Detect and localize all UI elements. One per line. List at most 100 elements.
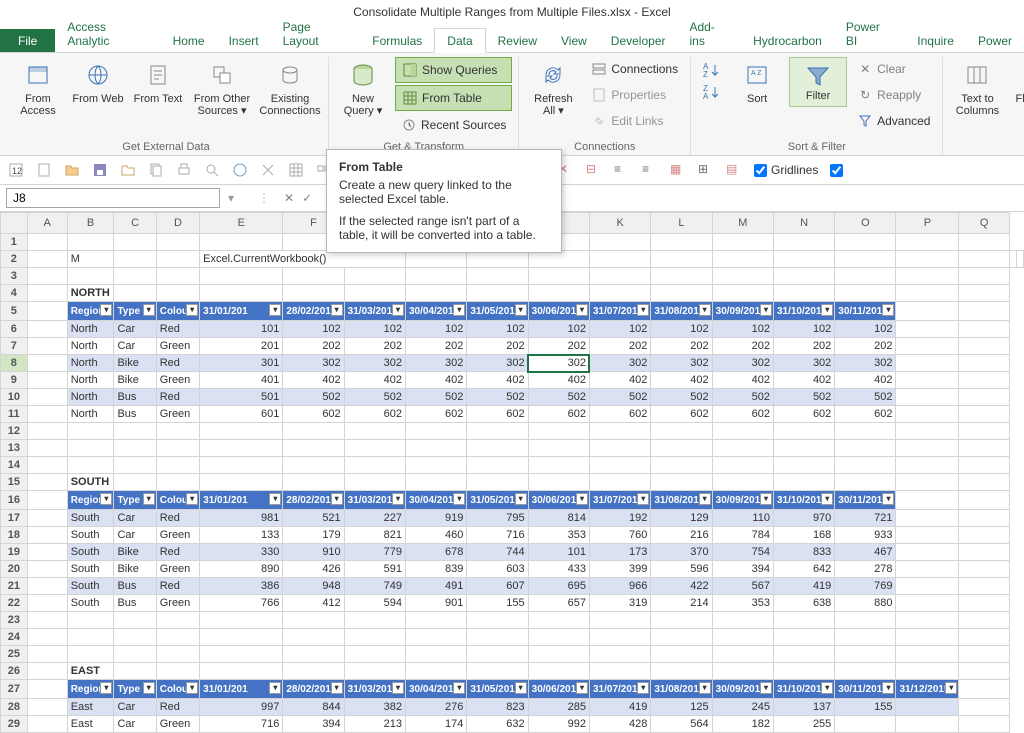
table-cell[interactable]: 302 xyxy=(344,355,405,372)
table-cell[interactable]: 302 xyxy=(406,355,467,372)
table-cell[interactable]: 394 xyxy=(712,561,773,578)
table-cell[interactable]: 102 xyxy=(344,321,405,338)
table-cell[interactable]: 399 xyxy=(589,561,650,578)
table-column-header[interactable]: 31/07/201▾ xyxy=(589,680,650,699)
show-queries-button[interactable]: Show Queries xyxy=(395,57,512,83)
table-cell[interactable]: 502 xyxy=(528,389,589,406)
table-column-header[interactable]: 28/02/201▾ xyxy=(283,302,344,321)
table-cell[interactable]: Bike xyxy=(114,561,156,578)
table-cell[interactable]: South xyxy=(67,544,114,561)
table-cell[interactable]: 502 xyxy=(344,389,405,406)
table-cell[interactable]: 276 xyxy=(406,699,467,716)
table-cell[interactable]: 966 xyxy=(589,578,650,595)
table-cell[interactable]: 174 xyxy=(406,716,467,733)
table-cell[interactable]: Car xyxy=(114,699,156,716)
table-cell[interactable]: 502 xyxy=(589,389,650,406)
table-cell[interactable]: 202 xyxy=(651,338,712,355)
table-column-header[interactable]: 31/05/201▾ xyxy=(467,302,528,321)
table-column-header[interactable]: Colour▾ xyxy=(156,302,199,321)
headings-checkbox[interactable] xyxy=(830,164,843,177)
table-column-header[interactable]: 31/05/201▾ xyxy=(467,680,528,699)
table-cell[interactable]: Car xyxy=(114,338,156,355)
table-column-header[interactable]: Colour▾ xyxy=(156,680,199,699)
table-cell[interactable]: 602 xyxy=(651,406,712,423)
table-cell[interactable]: 319 xyxy=(589,595,650,612)
table-cell[interactable]: 880 xyxy=(835,595,896,612)
name-box[interactable] xyxy=(6,188,220,208)
column-header[interactable]: N xyxy=(773,213,834,234)
table-cell[interactable]: 202 xyxy=(773,338,834,355)
table-cell[interactable]: 997 xyxy=(200,699,283,716)
table-cell[interactable]: 129 xyxy=(651,510,712,527)
table-cell[interactable]: 302 xyxy=(835,355,896,372)
table-cell[interactable]: 981 xyxy=(200,510,283,527)
table-cell[interactable]: 214 xyxy=(651,595,712,612)
table-cell[interactable]: 101 xyxy=(528,544,589,561)
table-cell[interactable]: Green xyxy=(156,716,199,733)
table-cell[interactable]: 402 xyxy=(773,372,834,389)
table-column-header[interactable]: Colour▾ xyxy=(156,491,199,510)
table-cell[interactable]: 255 xyxy=(773,716,834,733)
table-cell[interactable]: Green xyxy=(156,561,199,578)
table-column-header[interactable]: 30/09/201▾ xyxy=(712,302,773,321)
table-cell[interactable]: 744 xyxy=(467,544,528,561)
table-cell[interactable]: 716 xyxy=(200,716,283,733)
table-cell[interactable]: 502 xyxy=(283,389,344,406)
tab-power[interactable]: Power xyxy=(966,29,1024,52)
table-cell[interactable]: 102 xyxy=(773,321,834,338)
table-cell[interactable] xyxy=(896,699,959,716)
table-cell[interactable]: 467 xyxy=(835,544,896,561)
table-cell[interactable]: 353 xyxy=(712,595,773,612)
table-cell[interactable]: 402 xyxy=(835,372,896,389)
table-cell[interactable]: 602 xyxy=(589,406,650,423)
table-column-header[interactable]: 30/09/201▾ xyxy=(712,491,773,510)
tab-view[interactable]: View xyxy=(549,29,599,52)
table-cell[interactable]: South xyxy=(67,510,114,527)
table-cell[interactable]: 402 xyxy=(467,372,528,389)
table-cell[interactable]: 602 xyxy=(283,406,344,423)
table-cell[interactable]: 302 xyxy=(589,355,650,372)
table-cell[interactable]: East xyxy=(67,716,114,733)
table-column-header[interactable]: 31/08/201▾ xyxy=(651,302,712,321)
table-cell[interactable]: 302 xyxy=(712,355,773,372)
table-cell[interactable]: 716 xyxy=(467,527,528,544)
table-cell[interactable]: 779 xyxy=(344,544,405,561)
worksheet-grid[interactable]: ABCDEFGHIJKLMNOPQ12MExcel.CurrentWorkboo… xyxy=(0,212,1024,733)
column-header[interactable]: Q xyxy=(959,213,1010,234)
table-cell[interactable]: 919 xyxy=(406,510,467,527)
table-cell[interactable]: Red xyxy=(156,355,199,372)
clear-format-icon[interactable] xyxy=(260,162,276,178)
cancel-icon[interactable]: ✕ xyxy=(284,191,294,205)
column-header[interactable]: E xyxy=(200,213,283,234)
table-cell[interactable]: 245 xyxy=(712,699,773,716)
table-column-header[interactable]: 30/11/201▾ xyxy=(835,491,896,510)
table-cell[interactable]: 502 xyxy=(406,389,467,406)
table-column-header[interactable]: 30/11/201▾ xyxy=(835,302,896,321)
table-column-header[interactable]: 31/12/2015▾ xyxy=(896,680,959,699)
delete-sheet-icon[interactable]: ▦ xyxy=(670,162,686,178)
table-cell[interactable]: 168 xyxy=(773,527,834,544)
table-cell[interactable]: Green xyxy=(156,527,199,544)
table-cell[interactable]: 155 xyxy=(835,699,896,716)
table-cell[interactable]: 638 xyxy=(773,595,834,612)
tab-developer[interactable]: Developer xyxy=(599,29,678,52)
table-cell[interactable]: 402 xyxy=(283,372,344,389)
text-to-columns-button[interactable]: Text to Columns xyxy=(949,57,1005,121)
column-header[interactable]: K xyxy=(589,213,650,234)
table-column-header[interactable]: Region▾ xyxy=(67,680,114,699)
table-column-header[interactable]: 30/04/201▾ xyxy=(406,491,467,510)
table-column-header[interactable]: 31/10/201▾ xyxy=(773,680,834,699)
table-cell[interactable]: Bus xyxy=(114,389,156,406)
table-cell[interactable]: 173 xyxy=(589,544,650,561)
table-cell[interactable]: 910 xyxy=(283,544,344,561)
from-other-sources-button[interactable]: From Other Sources ▾ xyxy=(190,57,254,121)
clear-filter-button[interactable]: ✕Clear xyxy=(851,57,936,81)
table-cell[interactable]: 302 xyxy=(528,355,589,372)
table-column-header[interactable]: 30/04/201▾ xyxy=(406,302,467,321)
table-cell[interactable]: 970 xyxy=(773,510,834,527)
table-cell[interactable]: 102 xyxy=(712,321,773,338)
gridlines-checkbox[interactable]: Gridlines xyxy=(754,163,818,177)
table-cell[interactable]: 201 xyxy=(200,338,283,355)
table-cell[interactable]: 766 xyxy=(200,595,283,612)
table-cell[interactable]: 814 xyxy=(528,510,589,527)
